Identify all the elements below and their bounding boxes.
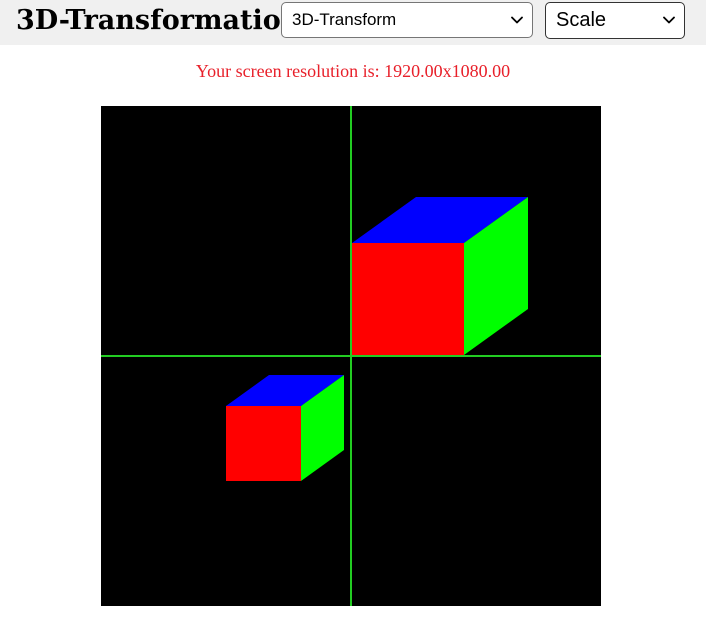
canvas-svg (101, 106, 601, 606)
chevron-down-icon (511, 3, 523, 37)
transform-select-value: 3D-Transform (292, 10, 397, 29)
original-cube-front-face (226, 406, 301, 481)
resolution-text: Your screen resolution is: 1920.00x1080.… (195, 61, 511, 81)
mode-select[interactable]: Scale (545, 2, 685, 39)
chevron-down-icon (663, 3, 675, 37)
scaled-cube-front-face (352, 243, 464, 355)
header-bar: 3D-Transformation 3D-Transform Scale (0, 0, 706, 45)
mode-select-value: Scale (556, 9, 607, 31)
render-canvas[interactable] (101, 106, 601, 606)
transform-select[interactable]: 3D-Transform (281, 2, 533, 38)
app-title: 3D-Transformation (16, 5, 301, 36)
